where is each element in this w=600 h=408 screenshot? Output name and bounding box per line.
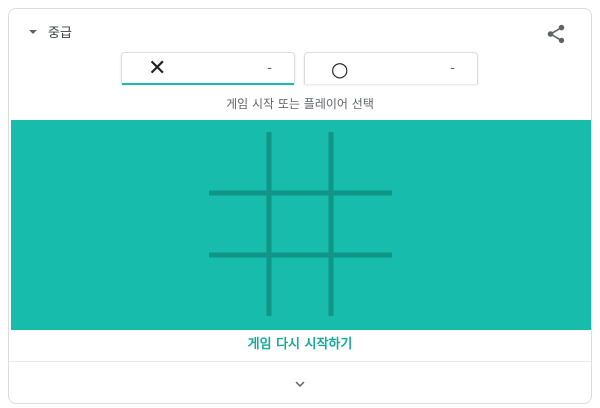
tic-tac-toe-card: 중급 ✕ - ○ - 게임 시작 또는 플레이어 선택 게임 다시 시작하기 [8, 8, 592, 404]
restart-game-button[interactable]: 게임 다시 시작하기 [9, 333, 591, 357]
share-icon[interactable] [545, 23, 567, 45]
board-cell[interactable] [271, 257, 329, 316]
board-cell[interactable] [333, 195, 392, 253]
chevron-down-icon[interactable] [291, 375, 309, 393]
player-o-button[interactable]: ○ - [304, 52, 478, 84]
divider [9, 361, 591, 362]
game-status-text: 게임 시작 또는 플레이어 선택 [226, 97, 374, 111]
player-x-score: - [267, 61, 272, 76]
player-x-button[interactable]: ✕ - [121, 52, 295, 85]
board-cell[interactable] [333, 257, 392, 316]
x-mark-icon: ✕ [148, 56, 167, 81]
board-cell[interactable] [209, 132, 267, 191]
difficulty-dropdown[interactable]: 중급 [29, 21, 72, 41]
difficulty-label: 중급 [48, 25, 72, 41]
board-cell[interactable] [271, 195, 329, 253]
board-cell[interactable] [271, 132, 329, 191]
player-o-score: - [450, 61, 455, 76]
board-grid [209, 132, 392, 316]
player-selector: ✕ - ○ - [121, 52, 479, 85]
o-mark-icon: ○ [331, 57, 349, 81]
board-cell[interactable] [333, 132, 392, 191]
game-board [11, 120, 591, 330]
board-cell[interactable] [209, 257, 267, 316]
caret-down-icon [29, 29, 37, 34]
board-cell[interactable] [209, 195, 267, 253]
